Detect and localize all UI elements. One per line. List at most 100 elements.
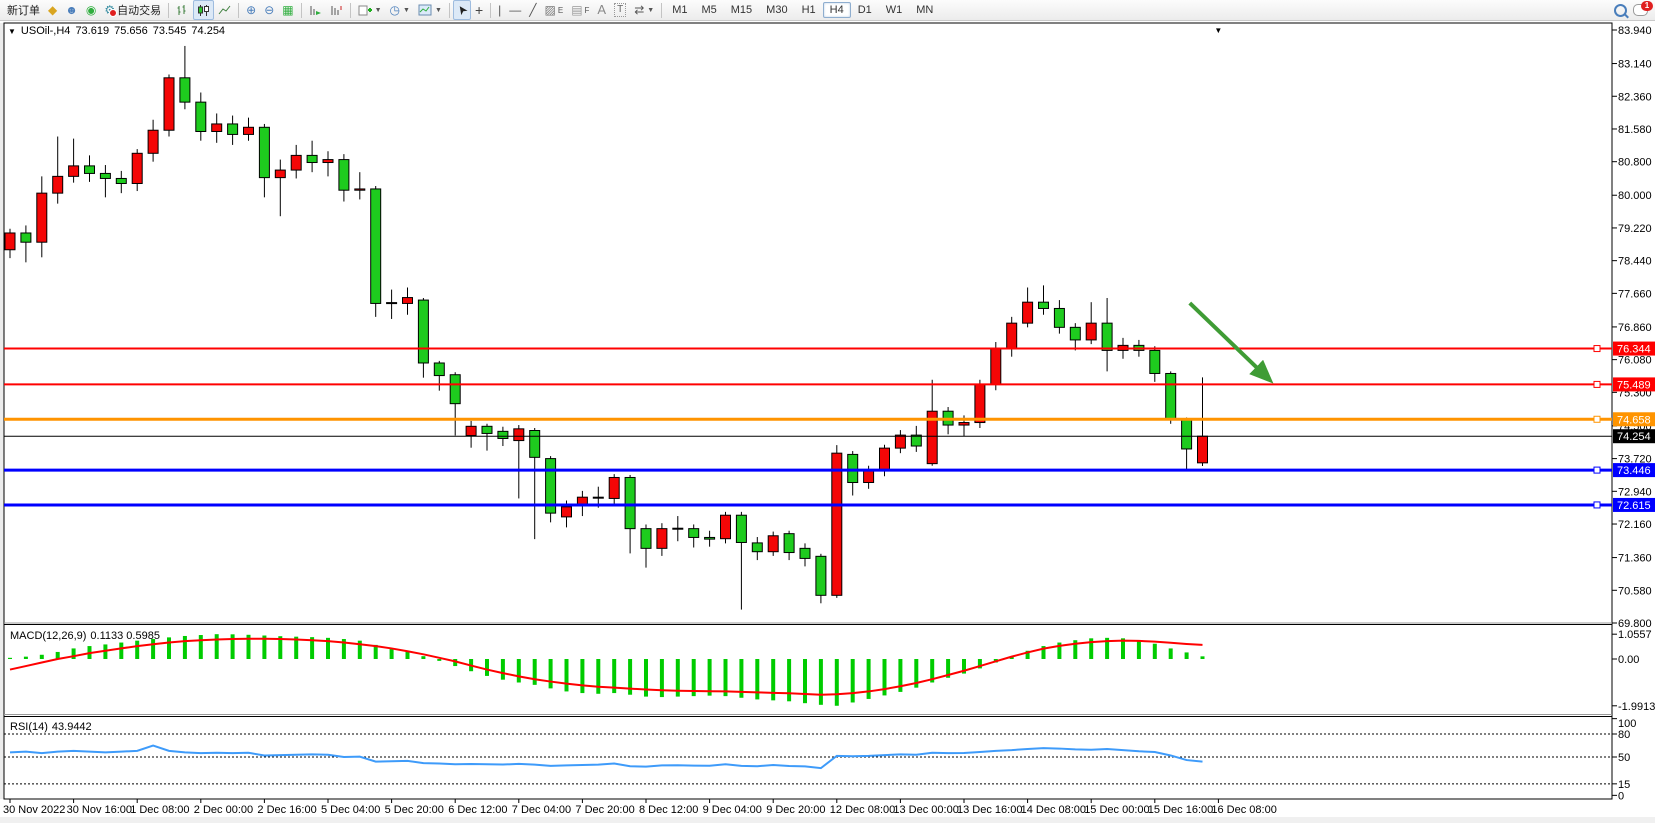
svg-text:70.580: 70.580 (1618, 585, 1652, 597)
trendline-icon: ╱ (529, 4, 536, 16)
templates-button[interactable]: ▼ (414, 0, 446, 20)
timeframe-m30[interactable]: M30 (759, 2, 794, 18)
svg-text:69.800: 69.800 (1618, 618, 1652, 630)
macd-histogram-bar (1185, 652, 1189, 659)
toolbar-separator (449, 3, 450, 18)
text-button[interactable]: A (593, 0, 610, 20)
svg-text:72.615: 72.615 (1617, 500, 1651, 512)
timeframe-w1[interactable]: W1 (879, 2, 910, 18)
candle-down (752, 543, 762, 552)
time-label: 14 Dec 08:00 (1021, 804, 1086, 816)
candle-down (784, 534, 794, 553)
time-label: 15 Dec 00:00 (1084, 804, 1149, 816)
candle-down (482, 426, 492, 433)
ohlc-bars-icon (176, 4, 189, 17)
tile-windows-button[interactable]: ▦ (278, 0, 297, 20)
profiles-button[interactable]: ☻ (61, 0, 82, 20)
svg-text:76.080: 76.080 (1618, 355, 1652, 367)
candle-up (323, 160, 333, 163)
timeframe-m15[interactable]: M15 (724, 2, 759, 18)
candle-up (69, 166, 79, 176)
candle-up (1198, 436, 1208, 463)
time-label: 9 Dec 04:00 (703, 804, 762, 816)
candle-down (116, 178, 126, 183)
signal-icon: ◉ (86, 4, 96, 16)
line-chart-mode-button[interactable] (214, 0, 235, 20)
candle-up (403, 298, 413, 304)
candle-up (895, 435, 905, 448)
vertical-line-button[interactable]: | (494, 0, 505, 20)
fibonacci-button[interactable]: ▤F (567, 0, 593, 20)
bar-chart-mode-button[interactable] (172, 0, 193, 20)
macd-histogram-bar (517, 659, 521, 683)
alerts-button[interactable]: ◉ (82, 0, 100, 20)
new-order-button[interactable]: 新订单 (3, 0, 44, 20)
macd-histogram-bar (199, 635, 203, 659)
chart-canvas[interactable]: 100805015083.94083.14082.36081.58080.800… (0, 21, 1655, 823)
svg-text:79.220: 79.220 (1618, 223, 1652, 235)
auto-trading-icon: ⚙ (104, 4, 115, 16)
timeframe-h4[interactable]: H4 (823, 2, 851, 18)
candle-chart-mode-button[interactable] (193, 0, 214, 20)
macd-histogram-bar (421, 656, 425, 659)
line-handle (1594, 416, 1600, 422)
time-label: 9 Dec 20:00 (766, 804, 825, 816)
channel-icon: ▨ (545, 4, 556, 16)
macd-histogram-bar (1137, 640, 1141, 659)
fibonacci-icon: ▤ (571, 4, 582, 16)
auto-scroll-button[interactable] (305, 0, 326, 20)
cursor-button[interactable]: ➤ (453, 0, 471, 20)
auto-trading-button[interactable]: ⚙ 自动交易 (100, 0, 165, 20)
candle-up (721, 515, 731, 538)
scroll-marker-icon: ▼ (1214, 26, 1222, 35)
time-label: 6 Dec 12:00 (448, 804, 507, 816)
search-icon[interactable] (1614, 4, 1627, 17)
tile-windows-icon: ▦ (282, 4, 293, 16)
text-label-icon: T (614, 3, 626, 17)
text-label-button[interactable]: T (610, 0, 630, 20)
equidistant-channel-button[interactable]: ▨E (541, 0, 568, 20)
macd-histogram-bar (167, 637, 171, 659)
line-handle (1594, 346, 1600, 352)
time-label: 5 Dec 04:00 (321, 804, 380, 816)
candle-up (975, 384, 985, 422)
macd-histogram-bar (708, 659, 712, 696)
time-label: 7 Dec 04:00 (512, 804, 571, 816)
timeframe-m1[interactable]: M1 (665, 2, 694, 18)
macd-histogram-bar (787, 659, 791, 701)
candle-up (212, 124, 222, 132)
horizontal-line-button[interactable]: — (505, 0, 525, 20)
candle-down (371, 189, 381, 303)
trendline-button[interactable]: ╱ (525, 0, 540, 20)
market-watch-button[interactable]: ◆ (44, 0, 61, 20)
zoom-out-button[interactable]: ⊖ (260, 0, 278, 20)
notifications-icon[interactable]: 1 (1633, 4, 1648, 16)
candle-down (1102, 323, 1112, 350)
timeframe-h1[interactable]: H1 (795, 2, 823, 18)
timeframe-m5[interactable]: M5 (694, 2, 723, 18)
candle-up (1007, 323, 1017, 348)
svg-text:81.580: 81.580 (1618, 124, 1652, 136)
arrows-tool-button[interactable]: ⇄▼ (630, 0, 658, 20)
macd-histogram-bar (660, 659, 664, 697)
candle-up (768, 536, 778, 552)
add-indicator-icon (358, 4, 372, 17)
add-indicator-button[interactable]: ▼ (354, 0, 386, 20)
svg-text:76.860: 76.860 (1618, 322, 1652, 334)
candle-down (339, 160, 349, 191)
timeframe-mn[interactable]: MN (909, 2, 940, 18)
chart-shift-button[interactable] (326, 0, 347, 20)
period-button[interactable]: ◷▼ (386, 0, 414, 20)
timeframe-d1[interactable]: D1 (851, 2, 879, 18)
zoom-in-button[interactable]: ⊕ (242, 0, 260, 20)
candle-up (959, 423, 969, 426)
macd-histogram-bar (549, 659, 553, 688)
candle-up (832, 453, 842, 595)
crosshair-button[interactable]: + (471, 0, 487, 20)
candle-down (530, 431, 540, 458)
candle-down (1150, 350, 1160, 373)
candle-up (609, 477, 619, 498)
toolbar-separator (301, 3, 302, 18)
chart-window: 100805015083.94083.14082.36081.58080.800… (0, 21, 1655, 823)
candle-down (800, 548, 810, 558)
